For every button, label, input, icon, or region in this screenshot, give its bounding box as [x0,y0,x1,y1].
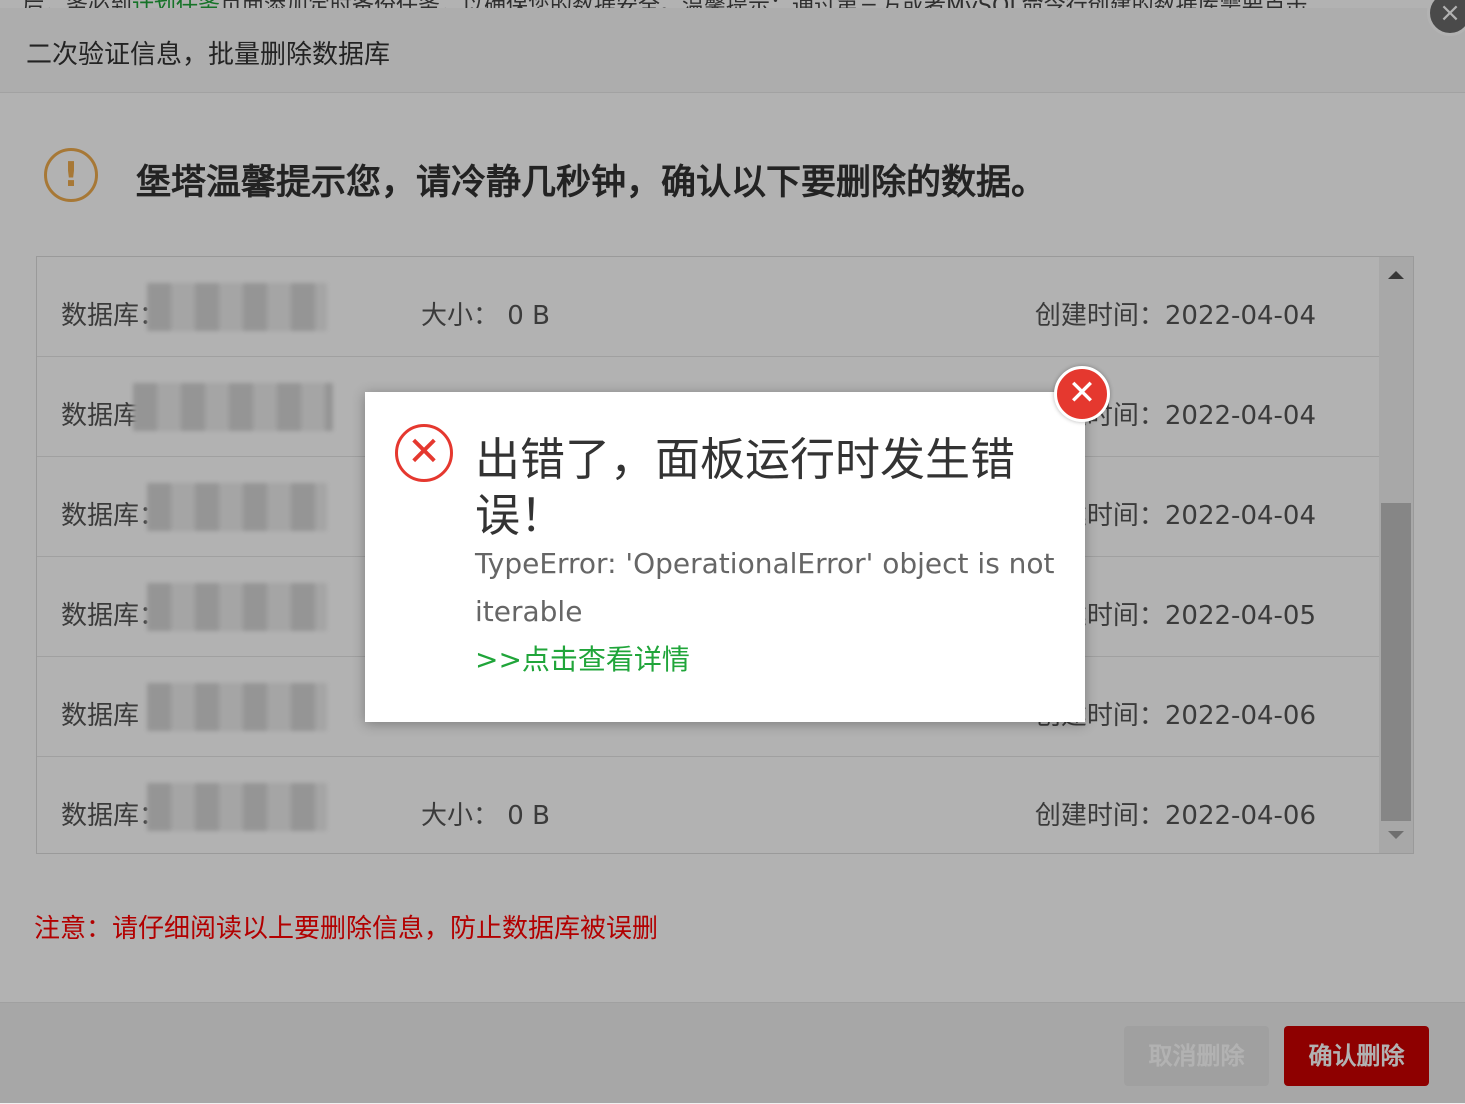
error-close-icon[interactable]: ✕ [1054,366,1110,422]
error-x-icon: ✕ [395,424,453,482]
error-details-link[interactable]: >>点击查看详情 [475,638,690,678]
error-title: 出错了，面板运行时发生错误！ [475,433,1016,542]
error-popup: ✕ 出错了，面板运行时发生错误！ TypeError: 'Operational… [365,392,1085,722]
error-message: TypeError: 'OperationalError' object is … [475,547,1055,628]
